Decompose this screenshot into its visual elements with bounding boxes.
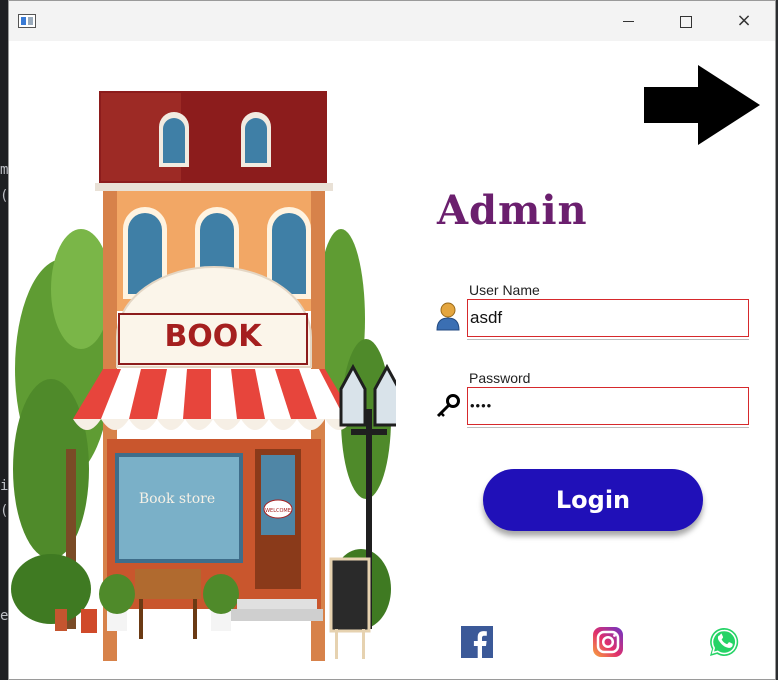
facebook-icon[interactable] — [461, 626, 493, 658]
maximize-button[interactable] — [657, 1, 715, 41]
password-input[interactable]: •••• — [467, 387, 749, 425]
minimize-button[interactable] — [599, 1, 657, 41]
arrow-right-icon[interactable] — [644, 65, 760, 145]
password-label: Password — [469, 370, 531, 386]
instagram-icon[interactable] — [592, 626, 624, 658]
maximize-icon — [680, 15, 692, 28]
store-sign-text: BOOK — [164, 319, 263, 354]
page-title: Admin — [437, 187, 588, 234]
close-button[interactable]: × — [715, 1, 773, 41]
login-button[interactable]: Login — [483, 469, 703, 531]
whatsapp-icon[interactable] — [708, 626, 740, 658]
window-text: Book store — [139, 491, 215, 507]
title-bar[interactable]: × — [9, 1, 775, 41]
username-label: User Name — [469, 282, 540, 298]
login-window: × BOOK Book store WELCOME Admin User Nam… — [8, 0, 776, 680]
key-icon — [436, 394, 460, 418]
password-underline — [467, 427, 749, 428]
door-sign: WELCOME — [265, 508, 291, 514]
username-underline — [467, 339, 749, 340]
user-icon — [436, 302, 460, 331]
username-input[interactable]: asdf — [467, 299, 749, 337]
bookstore-illustration: BOOK Book store WELCOME — [11, 91, 396, 661]
minimize-icon — [622, 21, 634, 22]
app-icon — [18, 14, 36, 28]
